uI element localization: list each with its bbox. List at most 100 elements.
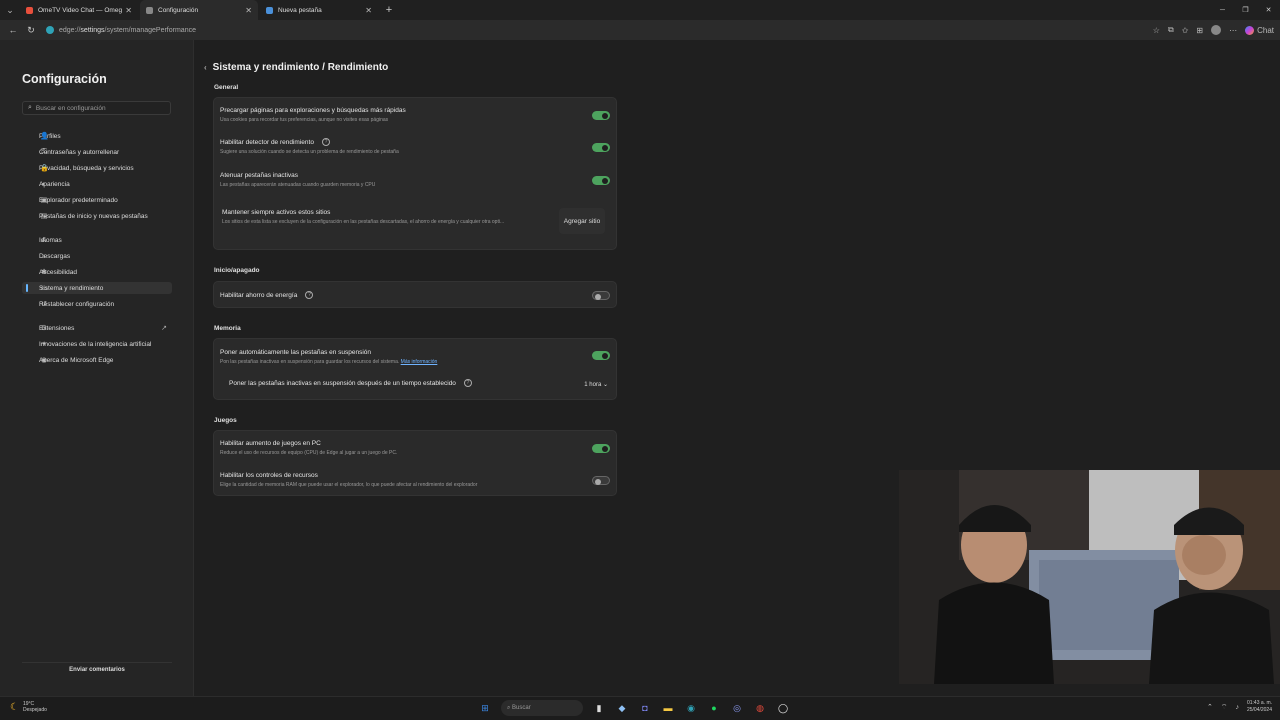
sidebar-item-privacidad-búsqueda-y-servicios[interactable]: 🔒 Privacidad, búsqueda y servicios xyxy=(22,162,172,174)
sidebar-item-acerca-de-microsoft-edge[interactable]: ◉ Acerca de Microsoft Edge xyxy=(22,354,172,366)
taskbar-apps: ⊞ ⌕ Buscar ▮ ◆ ◘ ▬ ◉ ● ◎ ◍ ◯ xyxy=(478,700,790,716)
setting-description: Los sitios de esta lista se excluyen de … xyxy=(222,219,505,225)
edge-taskbar-icon[interactable]: ◉ xyxy=(684,701,698,715)
weather-widget[interactable]: ☾ 19°C Despejado xyxy=(10,701,47,713)
sidebar-item-idiomas[interactable]: A Idiomas xyxy=(22,234,172,246)
sidebar-item-label: Innovaciones de la inteligencia artifici… xyxy=(39,340,152,348)
close-icon[interactable]: ✕ xyxy=(125,6,132,15)
help-icon[interactable]: ? xyxy=(321,138,330,146)
tray-chevron-icon[interactable]: ⌃ xyxy=(1207,703,1213,711)
profile-avatar[interactable] xyxy=(1211,25,1222,35)
tab-label: Configuración xyxy=(158,6,199,14)
sidebar-item-label: Pestañas de inicio y nuevas pestañas xyxy=(39,212,148,220)
setting-title: Atenuar pestañas inactivas xyxy=(220,172,299,179)
setting-description: Reduce el uso de recursos de equipo (CPU… xyxy=(220,450,398,456)
download-icon: ↓ xyxy=(42,252,46,260)
preload-toggle[interactable] xyxy=(592,111,610,120)
close-icon[interactable]: ✕ xyxy=(365,6,372,15)
sidebar-item-apariencia[interactable]: ◐ Apariencia xyxy=(22,178,172,190)
copilot-chat-button[interactable]: Chat xyxy=(1245,25,1274,35)
sleep-time-dropdown[interactable]: 1 hora ⌄ xyxy=(584,381,608,388)
file-explorer-icon[interactable]: ▬ xyxy=(661,701,675,715)
taskbar-search-placeholder: Buscar xyxy=(512,705,531,711)
sidebar-item-accesibilidad[interactable]: ✱ Accesibilidad xyxy=(22,266,172,278)
energy-saver-setting: Habilitar ahorro de energía? xyxy=(220,291,610,299)
restore-icon[interactable]: ❐ xyxy=(1234,0,1257,20)
gaming-boost-toggle[interactable] xyxy=(592,444,610,453)
extensions-puzzle-icon[interactable]: ⧉ xyxy=(1168,25,1174,35)
system-tray: ⌃ ⌔ ♪ 01:43 a. m. 25/04/2024 xyxy=(1207,700,1272,714)
tab-configuracion[interactable]: Configuración ✕ xyxy=(140,0,258,20)
fade-toggle[interactable] xyxy=(592,176,610,185)
preload-setting: Precargar páginas para exploraciones y b… xyxy=(220,107,610,123)
sleep-tabs-toggle[interactable] xyxy=(592,351,610,360)
help-icon[interactable]: ? xyxy=(463,379,472,387)
page-title: Sistema y rendimiento / Rendimiento xyxy=(212,62,389,73)
browser-tools: ☆ ⧉ ✩ ⊞ ⋯ Chat xyxy=(1153,20,1274,40)
windows-taskbar: ☾ 19°C Despejado ⊞ ⌕ Buscar ▮ ◆ ◘ ▬ ◉ ● … xyxy=(0,696,1280,720)
sidebar-item-sistema-y-rendimiento[interactable]: ▭ Sistema y rendimiento xyxy=(22,282,172,294)
add-site-button[interactable]: Agregar sitio xyxy=(559,208,605,234)
back-chevron-icon[interactable]: ‹ xyxy=(204,63,207,72)
chat-label: Chat xyxy=(1257,25,1274,35)
sidebar-item-contraseñas-y-autorrellenar[interactable]: ⚿ Contraseñas y autorrellenar xyxy=(22,146,172,158)
memory-card: Poner automáticamente las pestañas en su… xyxy=(213,338,617,400)
network-icon[interactable]: ⌔ xyxy=(1221,703,1228,712)
sidebar-item-pestañas-de-inicio-y-nuevas-pestañas[interactable]: ▤ Pestañas de inicio y nuevas pestañas xyxy=(22,210,172,222)
sidebar-item-perfiles[interactable]: 👤 Perfiles xyxy=(22,130,172,142)
window-controls: ─ ❐ ✕ xyxy=(1211,0,1280,20)
widget-app-icon[interactable]: ◆ xyxy=(615,701,629,715)
sidebar-item-restablecer-configuración[interactable]: ↺ Restablecer configuración xyxy=(22,298,172,310)
ai-icon: ✦ xyxy=(41,341,47,348)
close-icon[interactable]: ✕ xyxy=(245,6,252,15)
discord-icon[interactable]: ◎ xyxy=(730,701,744,715)
setting-title: Mantener siempre activos estos sitios xyxy=(222,209,331,216)
spotify-icon[interactable]: ● xyxy=(707,701,721,715)
obs-icon[interactable]: ◯ xyxy=(776,701,790,715)
edge-icon: ◉ xyxy=(40,357,48,364)
sidebar-item-innovaciones-de-la-inteligencia-artificial[interactable]: ✦ Innovaciones de la inteligencia artific… xyxy=(22,338,172,350)
copilot-icon xyxy=(1245,25,1255,35)
resource-controls-toggle[interactable] xyxy=(592,476,610,485)
back-arrow-icon[interactable]: ← xyxy=(4,21,22,39)
lock-icon: 🔒 xyxy=(40,165,49,172)
more-menu-icon[interactable]: ⋯ xyxy=(1229,26,1237,35)
window-close-icon[interactable]: ✕ xyxy=(1257,0,1280,20)
settings-search-input[interactable]: ⌕ Buscar en configuración xyxy=(22,101,171,115)
minimize-icon[interactable]: ─ xyxy=(1211,0,1234,20)
tab-nueva-pestana[interactable]: Nueva pestaña ✕ xyxy=(260,0,378,20)
volume-icon[interactable]: ♪ xyxy=(1235,704,1239,711)
task-view-icon[interactable]: ▮ xyxy=(592,701,606,715)
new-tab-plus-icon[interactable]: + xyxy=(380,4,398,16)
sleep-tabs-setting: Poner automáticamente las pestañas en su… xyxy=(220,349,610,365)
sidebar-item-extensiones[interactable]: ⚙ Extensiones ↗ xyxy=(22,322,172,334)
tab-ometv[interactable]: OmeTV Video Chat — Omegle Ra ✕ xyxy=(20,0,138,20)
power-card: Habilitar ahorro de energía? xyxy=(213,281,617,308)
energy-saver-toggle[interactable] xyxy=(592,291,610,300)
learn-more-link[interactable]: Más información xyxy=(401,359,438,365)
teams-icon[interactable]: ◘ xyxy=(638,701,652,715)
tab-actions-chevron-icon[interactable]: ⌄ xyxy=(0,0,20,20)
sidebar-item-descargas[interactable]: ↓ Descargas xyxy=(22,250,172,262)
chrome-icon[interactable]: ◍ xyxy=(753,701,767,715)
reset-icon: ↺ xyxy=(41,301,47,308)
send-feedback-button[interactable]: Enviar comentarios xyxy=(22,662,172,676)
setting-title: Habilitar aumento de juegos en PC xyxy=(220,440,321,447)
settings-icon xyxy=(146,6,153,14)
url-field[interactable]: edge://settings/system/managePerformance xyxy=(46,26,196,34)
sidebar-item-explorador-predeterminado[interactable]: ▣ Explorador predeterminado xyxy=(22,194,172,206)
collections-icon[interactable]: ⊞ xyxy=(1196,26,1203,35)
favorites-icon[interactable]: ✩ xyxy=(1182,26,1189,35)
windows-start-icon[interactable]: ⊞ xyxy=(478,701,492,715)
clock-date: 25/04/2024 xyxy=(1246,707,1272,713)
refresh-icon[interactable]: ↻ xyxy=(22,21,40,39)
taskbar-search-input[interactable]: ⌕ Buscar xyxy=(501,700,583,716)
moon-icon: ☾ xyxy=(10,701,19,713)
help-icon[interactable]: ? xyxy=(305,291,314,299)
star-icon[interactable]: ☆ xyxy=(1153,26,1160,35)
detector-toggle[interactable] xyxy=(592,143,610,152)
clock[interactable]: 01:43 a. m. 25/04/2024 xyxy=(1247,700,1272,714)
tabs-icon: ▤ xyxy=(40,213,48,220)
sidebar-item-label: Sistema y rendimiento xyxy=(39,284,104,292)
url-prefix: edge:// xyxy=(59,26,81,34)
